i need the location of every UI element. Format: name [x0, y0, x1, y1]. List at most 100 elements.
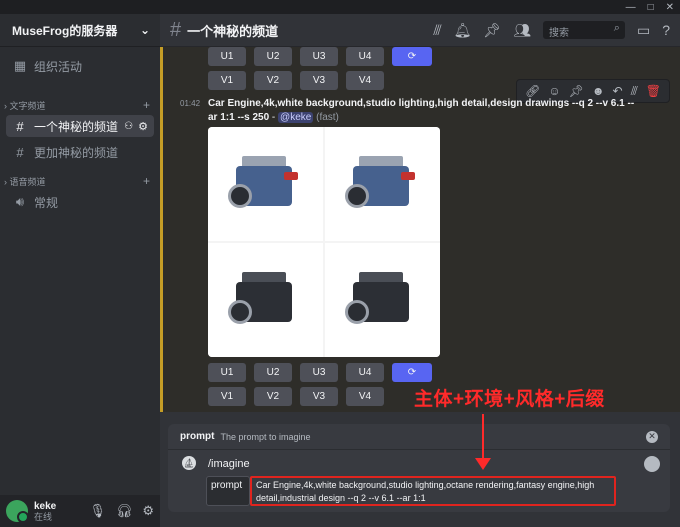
sidebar-item-channel-2[interactable]: # 更加神秘的频道 [6, 141, 154, 163]
v1-button[interactable]: V1 [208, 387, 246, 406]
close-icon[interactable]: ✕ [666, 2, 674, 13]
category-label: › 文字频道 [4, 100, 46, 111]
option-name: prompt [180, 431, 215, 442]
emoji-icon[interactable] [644, 456, 660, 472]
message-timestamp: 01:42 [180, 99, 201, 108]
engine-image-2[interactable] [325, 127, 440, 241]
u2-button[interactable]: U2 [254, 47, 292, 66]
channel-header: # 一个神秘的频道 ⫻ 🔔︎ 📌︎ 👥︎ 搜索 ▭ ? [160, 14, 680, 47]
server-name: MuseFrog的服务器 [12, 23, 118, 38]
v2-button[interactable]: V2 [254, 387, 292, 406]
pin-icon[interactable]: 📌︎ [569, 84, 584, 98]
window-controls: — □ ✕ [626, 0, 674, 14]
category-text[interactable]: › 文字频道 + [0, 95, 160, 115]
gear-icon[interactable]: ⚙ [138, 120, 148, 133]
image-grid[interactable] [208, 127, 440, 357]
avatar[interactable] [6, 500, 29, 523]
option-description: The prompt to imagine [220, 431, 311, 442]
user-mention[interactable]: @keke [278, 112, 314, 123]
v4-button[interactable]: V4 [346, 71, 384, 90]
bot-icon: ⛵︎ [182, 456, 196, 470]
upscale-button-row: U1 U2 U3 U4 ⟳ [208, 363, 432, 382]
u1-button[interactable]: U1 [208, 363, 246, 382]
inbox-icon[interactable]: ▭ [637, 22, 650, 39]
hash-icon: # [16, 144, 24, 160]
annotation-arrow-head [475, 458, 491, 470]
sidebar-item-label: 更加神秘的频道 [34, 145, 119, 160]
category-voice[interactable]: › 语音频道 + [0, 171, 160, 191]
reply-icon[interactable]: ↶ [613, 84, 623, 98]
refresh-icon: ⟳ [407, 367, 417, 378]
u2-button[interactable]: U2 [254, 363, 292, 382]
sidebar-item-label: 一个神秘的频道 [34, 119, 119, 134]
pin-icon[interactable]: 📌︎ [483, 22, 501, 39]
username: keke [34, 500, 57, 512]
add-member-icon[interactable]: ⚇ [124, 121, 133, 132]
emoji-icon[interactable]: ☻ [592, 84, 605, 98]
headphones-icon[interactable]: 🎧︎ [116, 503, 133, 519]
upscale-button-row-top: U1 U2 U3 U4 ⟳ [208, 47, 432, 66]
u4-button[interactable]: U4 [346, 363, 384, 382]
annotation-label: 主体+环境+风格+后缀 [414, 389, 605, 410]
mention-highlight-bar [160, 47, 163, 412]
message-content: Car Engine,4k,white background,studio li… [208, 97, 638, 125]
reroll-button[interactable]: ⟳ [392, 363, 432, 382]
calendar-icon: ▦ [13, 58, 27, 73]
sidebar-item-label: 组织活动 [34, 59, 83, 74]
maximize-icon[interactable]: □ [648, 2, 654, 13]
settings-gear-icon[interactable]: ⚙ [142, 503, 154, 519]
bell-icon[interactable]: 🔔︎ [454, 22, 472, 39]
close-icon[interactable]: ✕ [646, 430, 658, 443]
search-input[interactable]: 搜索 [542, 21, 625, 39]
engine-image-3[interactable] [208, 243, 323, 357]
u1-button[interactable]: U1 [208, 47, 246, 66]
link-icon[interactable]: 🔗︎ [525, 84, 540, 98]
channel-title: 一个神秘的频道 [187, 23, 279, 39]
user-status: 在线 [34, 511, 53, 522]
chevron-down-icon: ⌄ [139, 23, 150, 37]
command-option-header: prompt The prompt to imagine ✕ [168, 424, 670, 450]
members-icon[interactable]: 👥︎ [513, 22, 531, 39]
v3-button[interactable]: V3 [300, 71, 338, 90]
param-label: prompt [206, 476, 250, 506]
speaker-icon: 🔊︎ [15, 194, 25, 209]
sidebar-item-events[interactable]: ▦ 组织活动 [6, 55, 154, 77]
server-header[interactable]: MuseFrog的服务器 ⌄ [0, 14, 160, 47]
reaction-icon[interactable]: ☺ [548, 84, 560, 98]
user-panel: keke 在线 🎙︎ 🎧︎ ⚙ [0, 495, 160, 527]
prompt-input[interactable]: Car Engine,4k,white background,studio li… [250, 476, 616, 506]
variation-button-row: V1 V2 V3 V4 [208, 387, 384, 406]
reroll-button[interactable]: ⟳ [392, 47, 432, 66]
add-channel-icon[interactable]: + [143, 98, 150, 112]
sidebar-item-label: 常规 [34, 195, 59, 210]
hash-icon: # [16, 118, 24, 134]
variation-button-row-top: V1 V2 V3 V4 [208, 71, 384, 90]
engine-image-4[interactable] [325, 243, 440, 357]
v4-button[interactable]: V4 [346, 387, 384, 406]
sidebar-item-voice-general[interactable]: 🔊︎ 常规 [6, 191, 154, 213]
sidebar-item-channel-1[interactable]: # 一个神秘的频道 ⚇ ⚙ [6, 115, 154, 137]
command-name: /imagine [208, 458, 250, 470]
u3-button[interactable]: U3 [300, 47, 338, 66]
v1-button[interactable]: V1 [208, 71, 246, 90]
u4-button[interactable]: U4 [346, 47, 384, 66]
annotation-arrow-shaft [482, 414, 484, 462]
v3-button[interactable]: V3 [300, 387, 338, 406]
minimize-icon[interactable]: — [626, 2, 636, 13]
window-titlebar: — □ ✕ [0, 0, 680, 14]
help-icon[interactable]: ? [662, 22, 670, 38]
hash-icon: # [170, 18, 182, 41]
v2-button[interactable]: V2 [254, 71, 292, 90]
category-label: › 语音频道 [4, 176, 46, 187]
engine-image-1[interactable] [208, 127, 323, 241]
u3-button[interactable]: U3 [300, 363, 338, 382]
delete-icon[interactable]: 🗑︎ [646, 84, 661, 98]
add-channel-icon[interactable]: + [143, 174, 150, 188]
channel-sidebar: MuseFrog的服务器 ⌄ ▦ 组织活动 › 文字频道 + # 一个神秘的频道… [0, 14, 160, 527]
microphone-icon[interactable]: 🎙︎ [89, 503, 106, 519]
speed-label: (fast) [316, 112, 339, 123]
user-info[interactable]: keke 在线 [34, 500, 89, 523]
refresh-icon: ⟳ [407, 51, 417, 62]
threads-icon[interactable]: ⫻ [433, 22, 441, 39]
message-separator: - [269, 112, 279, 123]
